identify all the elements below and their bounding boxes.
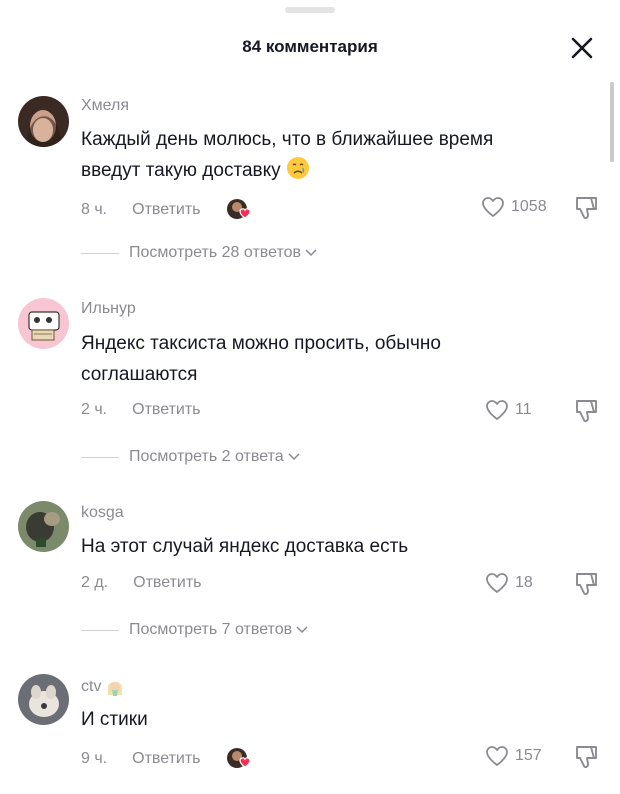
comment-username[interactable]: Хмеля xyxy=(81,97,129,115)
comments-sheet: 84 комментария Хмеля Каждый день молюсь,… xyxy=(0,0,620,794)
thumbs-down-icon[interactable] xyxy=(572,744,600,770)
divider-line xyxy=(81,629,119,631)
comment-username[interactable]: Ильнур xyxy=(81,300,136,318)
comment-meta: 8 ч. Ответить xyxy=(81,198,257,222)
like-button[interactable]: 18 xyxy=(485,572,533,594)
comment-meta: 2 ч. Ответить xyxy=(81,401,201,419)
like-count: 157 xyxy=(515,747,542,764)
comment-text: Яндекс таксиста можно просить, обычно со… xyxy=(81,333,441,385)
avatar[interactable] xyxy=(18,674,69,725)
reply-button[interactable]: Ответить xyxy=(132,750,200,768)
creator-liked-badge-icon xyxy=(225,198,257,222)
view-replies-button[interactable]: Посмотреть 2 ответа xyxy=(81,448,300,466)
thumbs-down-icon[interactable] xyxy=(572,571,600,597)
comment-meta: 2 д. Ответить xyxy=(81,574,202,592)
comment-time: 2 ч. xyxy=(81,401,108,418)
creator-liked-badge-icon xyxy=(225,747,257,771)
comments-title: 84 комментария xyxy=(242,37,378,56)
scrollbar[interactable] xyxy=(610,82,614,162)
comment-time: 2 д. xyxy=(81,574,109,591)
comment-text: Каждый день молюсь, что в ближайшее врем… xyxy=(81,129,494,181)
like-count: 18 xyxy=(515,574,533,591)
reply-button[interactable]: Ответить xyxy=(132,201,200,219)
thumbs-down-icon[interactable] xyxy=(572,195,600,221)
drag-handle[interactable] xyxy=(285,7,335,13)
comment-meta: 9 ч. Ответить xyxy=(81,747,257,771)
comment-text: И стики xyxy=(81,709,148,730)
divider-line xyxy=(81,252,119,254)
avatar[interactable] xyxy=(18,96,69,147)
reply-button[interactable]: Ответить xyxy=(133,574,201,592)
avatar[interactable] xyxy=(18,501,69,552)
like-button[interactable]: 1058 xyxy=(481,196,547,218)
close-icon[interactable] xyxy=(569,35,595,61)
comment-text: На этот случай яндекс доставка есть xyxy=(81,536,409,557)
like-count: 1058 xyxy=(511,198,547,215)
heart-outline-icon xyxy=(486,400,508,420)
comment-time: 8 ч. xyxy=(81,201,108,218)
like-button[interactable]: 11 xyxy=(485,399,532,421)
like-count: 11 xyxy=(515,401,532,418)
crying-face-emoji-icon xyxy=(286,157,309,179)
woman-emoji-icon xyxy=(108,681,123,696)
reply-button[interactable]: Ответить xyxy=(132,401,200,419)
divider-line xyxy=(81,456,119,458)
like-button[interactable]: 157 xyxy=(485,745,542,767)
view-replies-button[interactable]: Посмотреть 7 ответов xyxy=(81,621,308,639)
thumbs-down-icon[interactable] xyxy=(572,398,600,424)
comment-username[interactable]: kosga xyxy=(81,504,124,522)
chevron-down-icon xyxy=(296,626,308,634)
chevron-down-icon xyxy=(288,453,300,461)
avatar[interactable] xyxy=(18,298,69,349)
comment-username[interactable]: ctv xyxy=(81,677,125,697)
comment-time: 9 ч. xyxy=(81,750,108,767)
heart-outline-icon xyxy=(486,573,508,593)
view-replies-button[interactable]: Посмотреть 28 ответов xyxy=(81,244,317,262)
chevron-down-icon xyxy=(305,249,317,257)
heart-outline-icon xyxy=(486,746,508,766)
heart-outline-icon xyxy=(482,197,504,217)
